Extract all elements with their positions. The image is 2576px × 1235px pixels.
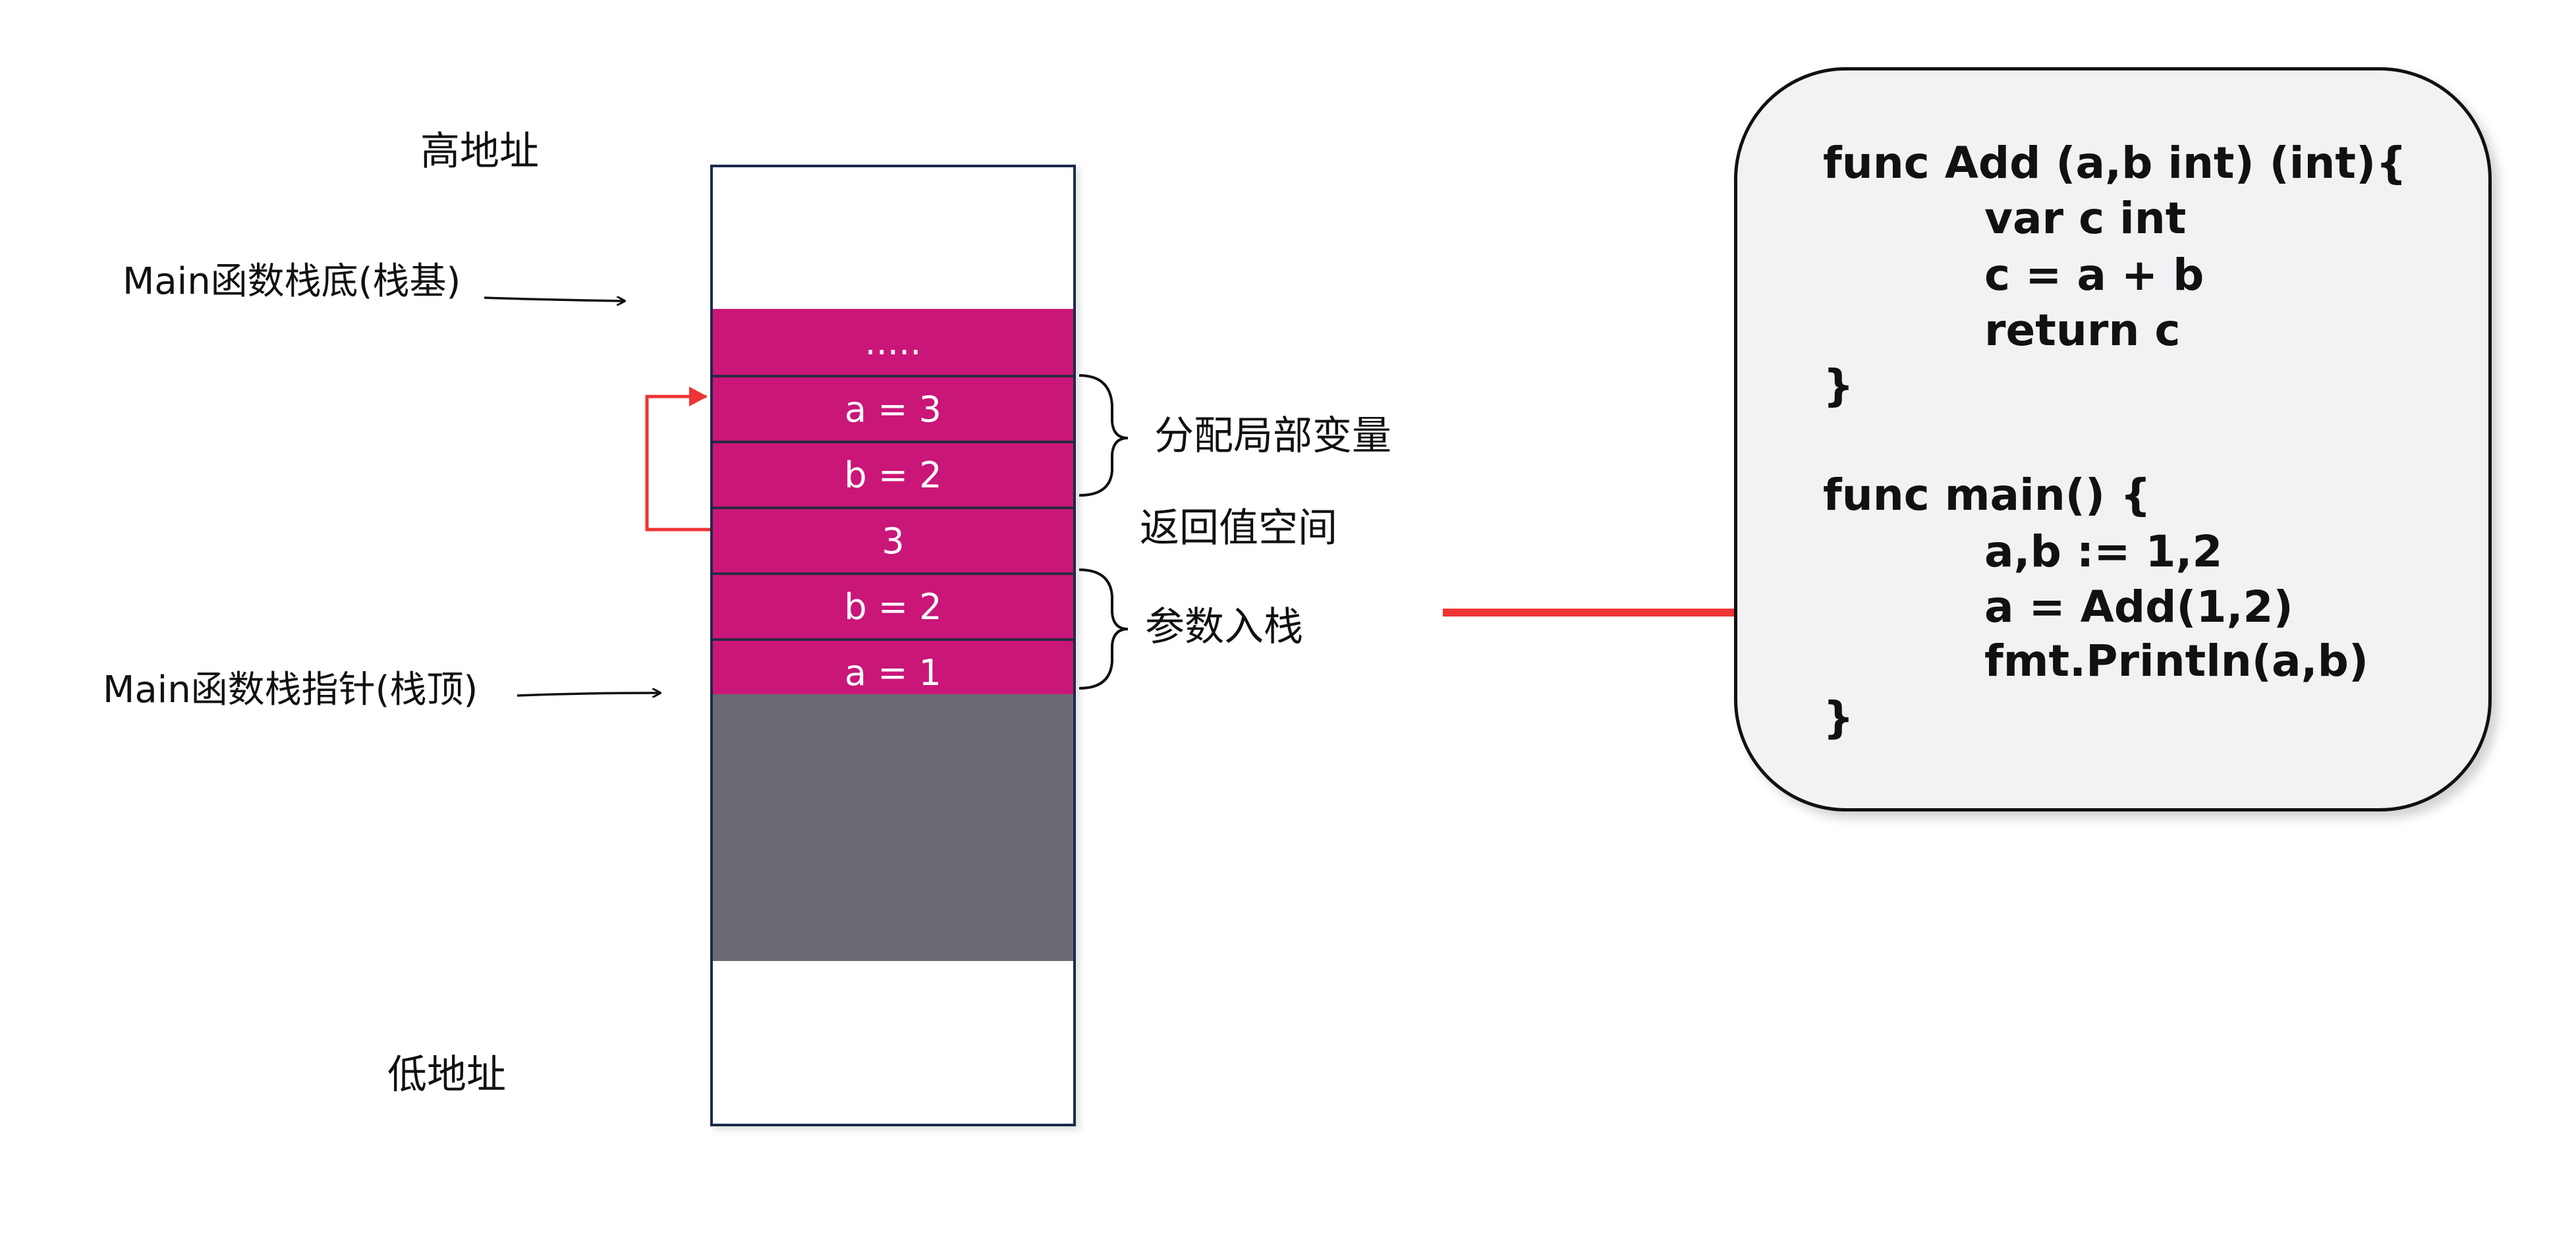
stack-cell-local-a: a = 3 (713, 375, 1073, 441)
stack-cell-param-b: b = 2 (713, 572, 1073, 638)
params-brace (1078, 568, 1129, 690)
stack-base-pointer-arrow (484, 298, 625, 301)
code-line: } (1823, 360, 1854, 411)
stack-base-label: Main函数栈底(栈基) (123, 260, 461, 303)
return-to-local-red-arrow (645, 387, 713, 532)
code-line: a,b := 1,2 (1984, 526, 2223, 577)
code-line: c = a + b (1984, 250, 2204, 300)
code-line: var c int (1984, 193, 2187, 244)
stack-pointer-label: Main函数栈指针(栈顶) (103, 669, 478, 711)
return-space-label: 返回值空间 (1140, 505, 1337, 551)
code-line: } (1823, 692, 1854, 743)
locals-brace (1078, 374, 1129, 497)
code-line: func Add (a,b int) (int){ (1823, 138, 2407, 188)
stack-cell-local-b: b = 2 (713, 441, 1073, 507)
code-line: fmt.Println(a,b) (1984, 636, 2368, 686)
stack-cell-ellipsis: ..... (713, 309, 1073, 375)
low-address-label: 低地址 (387, 1052, 506, 1098)
code-line: func main() { (1823, 470, 2151, 520)
code-line: return c (1984, 305, 2181, 356)
alloc-locals-label: 分配局部变量 (1154, 413, 1391, 459)
code-line: a = Add(1,2) (1984, 582, 2293, 632)
high-address-label: 高地址 (420, 128, 539, 175)
params-push-label: 参数入栈 (1145, 604, 1303, 650)
code-box: func Add (a,b int) (int){ var c int c = … (1734, 67, 2492, 811)
stack-cell-return-value: 3 (713, 507, 1073, 572)
stack-free-region (713, 694, 1073, 961)
stack-column: ..... a = 3 b = 2 3 b = 2 a = 1 (710, 165, 1076, 1126)
stack-top-pointer-arrow (517, 693, 660, 696)
